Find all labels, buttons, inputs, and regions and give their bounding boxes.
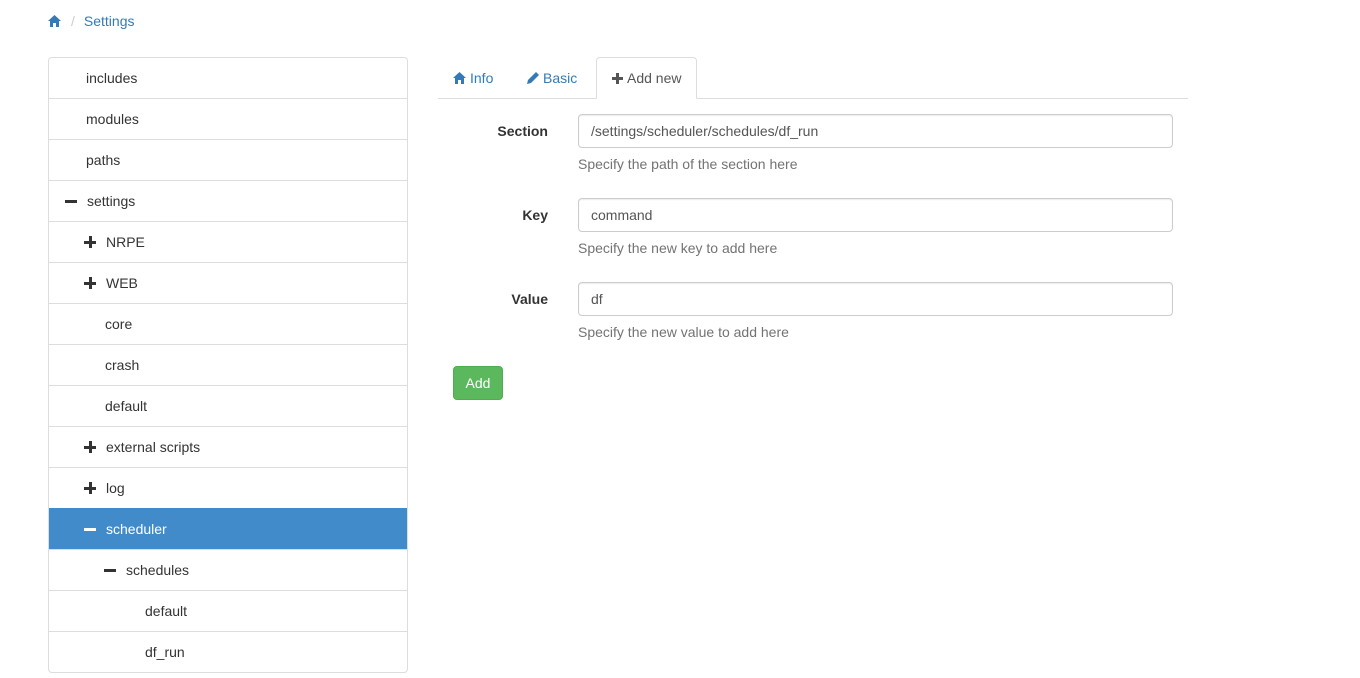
tree-item-external-scripts[interactable]: external scripts	[49, 426, 407, 467]
tree-item-label: crash	[105, 357, 140, 373]
tree-item-label: scheduler	[106, 521, 167, 537]
tab-basic[interactable]: Basic	[512, 57, 592, 99]
tree-item-paths[interactable]: paths	[49, 139, 407, 180]
expand-icon[interactable]	[84, 236, 96, 248]
value-row: Value Specify the new value to add here	[438, 282, 1188, 342]
value-help: Specify the new value to add here	[578, 324, 789, 340]
breadcrumb: / Settings	[48, 11, 134, 31]
tree-item-label: includes	[86, 70, 138, 86]
tree-item-default[interactable]: default	[49, 385, 407, 426]
tab-info-label: Info	[470, 70, 494, 86]
collapse-icon[interactable]	[65, 195, 77, 207]
section-label: Section	[497, 123, 548, 139]
value-label: Value	[511, 291, 548, 307]
tree-item-df_run[interactable]: df_run	[49, 631, 407, 672]
tree-item-schedules[interactable]: schedules	[49, 549, 407, 590]
tree-item-settings[interactable]: settings	[49, 180, 407, 221]
collapse-icon[interactable]	[104, 564, 116, 576]
tree-item-modules[interactable]: modules	[49, 98, 407, 139]
breadcrumb-separator: /	[71, 13, 75, 29]
tree-item-web[interactable]: WEB	[49, 262, 407, 303]
collapse-icon[interactable]	[84, 523, 96, 535]
tree-item-label: default	[145, 603, 188, 619]
tree-item-label: modules	[86, 111, 139, 127]
tree-item-label: external scripts	[106, 439, 201, 455]
expand-icon[interactable]	[84, 277, 96, 289]
settings-tree: includes modules paths settings NRPE WEB core c…	[48, 57, 408, 673]
tree-item-label: core	[105, 316, 133, 332]
tab-add-new-label: Add new	[627, 70, 682, 86]
tree-item-crash[interactable]: crash	[49, 344, 407, 385]
tree-item-label: default	[105, 398, 148, 414]
key-label: Key	[522, 207, 548, 223]
tree-item-label: WEB	[106, 275, 138, 291]
tree-item-label: settings	[87, 193, 136, 209]
home-icon[interactable]	[48, 14, 62, 28]
key-input[interactable]	[578, 198, 1173, 232]
breadcrumb-settings[interactable]: Settings	[84, 13, 135, 29]
tree-item-label: schedules	[126, 562, 190, 578]
tree-item-nrpe[interactable]: NRPE	[49, 221, 407, 262]
tree-item-includes[interactable]: includes	[49, 58, 407, 98]
tree-item-label: df_run	[145, 644, 185, 660]
tree-item-log[interactable]: log	[49, 467, 407, 508]
tab-info[interactable]: Info	[438, 57, 508, 99]
tree-item-label: paths	[86, 152, 121, 168]
section-input[interactable]	[578, 114, 1173, 148]
tree-item-label: NRPE	[106, 234, 145, 250]
key-row: Key Specify the new key to add here	[438, 198, 1188, 258]
home-icon	[453, 72, 466, 84]
section-row: Section Specify the path of the section …	[438, 114, 1188, 174]
expand-icon[interactable]	[84, 441, 96, 453]
tree-item-core[interactable]: core	[49, 303, 407, 344]
plus-icon	[612, 72, 623, 84]
section-help: Specify the path of the section here	[578, 156, 798, 172]
add-button[interactable]: Add	[453, 366, 503, 400]
tree-item-label: log	[106, 480, 125, 496]
expand-icon[interactable]	[84, 482, 96, 494]
tab-add-new[interactable]: Add new	[596, 57, 698, 99]
key-help: Specify the new key to add here	[578, 240, 778, 256]
tree-item-scheduler[interactable]: scheduler	[49, 508, 407, 549]
tab-basic-label: Basic	[543, 70, 578, 86]
tab-bar: Info Basic Add new	[438, 57, 1188, 99]
tree-item-default[interactable]: default	[49, 590, 407, 631]
pencil-icon	[527, 72, 539, 84]
value-input[interactable]	[578, 282, 1173, 316]
